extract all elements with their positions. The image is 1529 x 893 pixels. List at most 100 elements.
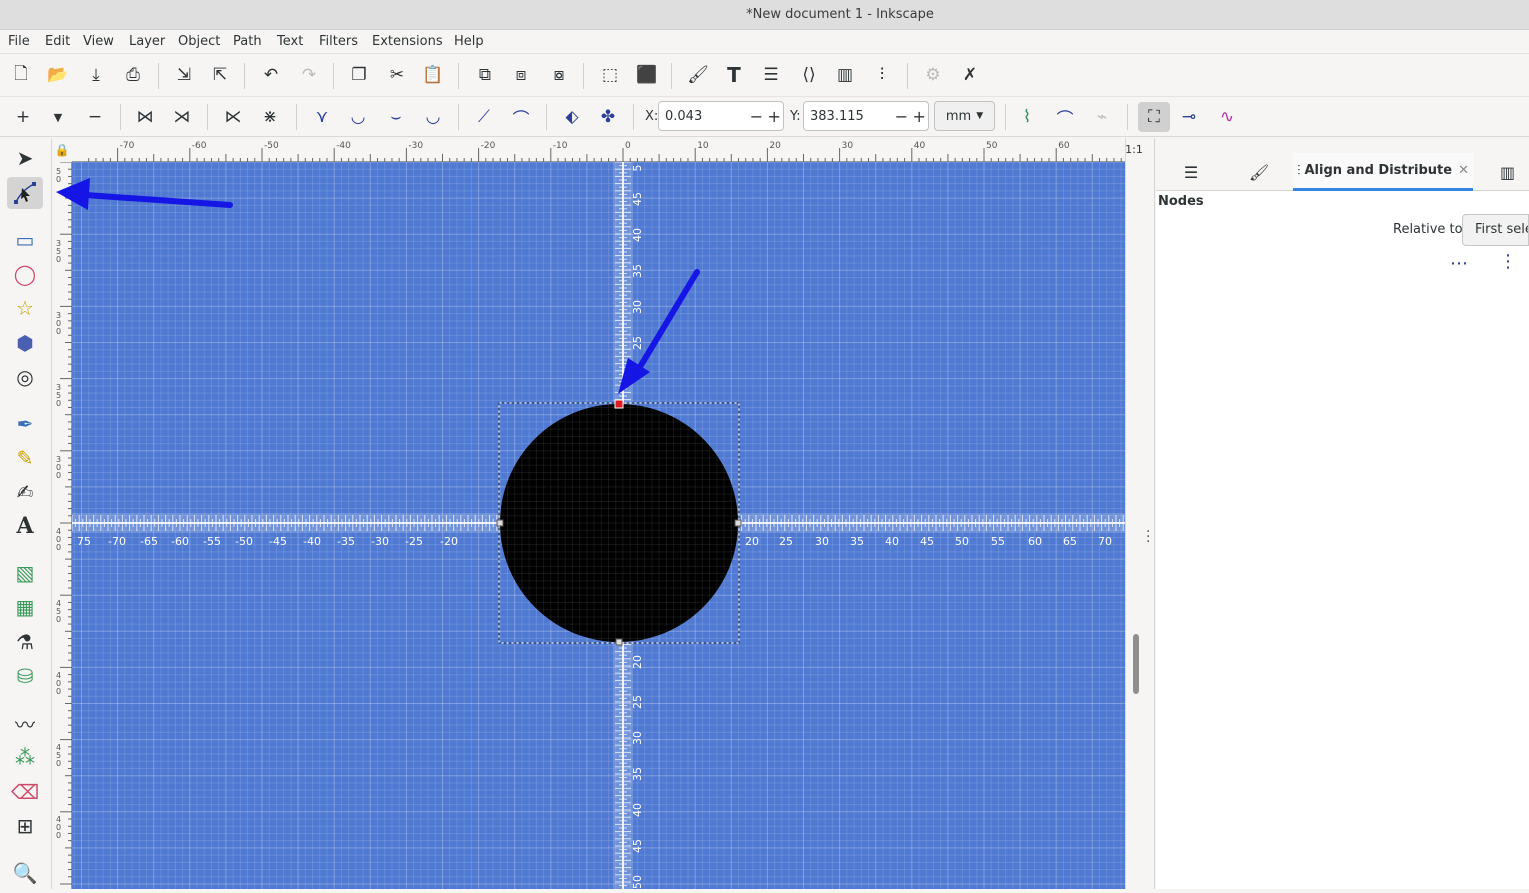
connector-tool-icon[interactable]: ⊞	[7, 810, 43, 842]
dock-resize-handle[interactable]: · · ·	[1143, 138, 1155, 889]
join-nodes-icon[interactable]: ⋈	[131, 103, 159, 131]
show-handles-icon[interactable]: ⊸	[1175, 103, 1203, 131]
join-segment-icon[interactable]: ⋉	[219, 103, 247, 131]
ellipse-tool-icon[interactable]: ◯	[7, 258, 43, 290]
import-icon[interactable]: ⇲	[170, 61, 198, 89]
align-nodes-vertical-icon[interactable]: ⋮	[1499, 251, 1517, 272]
x-coordinate-spinner[interactable]: 0.043 − +	[658, 101, 784, 131]
text-tool-icon[interactable]: A	[7, 510, 43, 542]
node-tool-icon[interactable]	[7, 177, 43, 209]
object-to-path-icon[interactable]: ⬖	[558, 103, 586, 131]
drawing-canvas[interactable]: 75 -70 -65 -60 -55 -50 -45 -40 -35 -30 -25 -20 20 25 3…	[72, 162, 1125, 889]
symmetric-node-icon[interactable]: ⌣	[382, 103, 410, 131]
group-icon[interactable]: ⬚	[596, 61, 624, 89]
ungroup-icon[interactable]: ⬛	[633, 61, 661, 89]
tab-objects[interactable]: ▥	[1486, 153, 1529, 191]
save-icon[interactable]: ⤓	[82, 61, 110, 89]
show-path-outline-icon[interactable]: ∿	[1213, 103, 1241, 131]
menu-file[interactable]: File	[8, 34, 30, 49]
menu-object[interactable]: Object	[178, 34, 220, 49]
x-coordinate-input[interactable]: 0.043	[659, 109, 748, 124]
unit-select[interactable]: mm ▼	[934, 101, 995, 131]
edit-path-effect-icon[interactable]: ⌁	[1088, 103, 1116, 131]
align-nodes-horizontal-icon[interactable]: ⋯	[1450, 253, 1468, 274]
3d-box-tool-icon[interactable]: ⬢	[7, 327, 43, 359]
cusp-node-icon[interactable]: ⋎	[308, 103, 336, 131]
fill-stroke-icon[interactable]: 🖌	[684, 61, 712, 89]
menu-filters[interactable]: Filters	[319, 34, 358, 49]
close-icon[interactable]: ✕	[1458, 163, 1469, 178]
unlink-clone-icon[interactable]: ⧇	[545, 61, 573, 89]
canvas-drawing[interactable]: 75 -70 -65 -60 -55 -50 -45 -40 -35 -30 -25 -20 20 25 3…	[72, 162, 1125, 889]
cut-icon[interactable]: ✂	[383, 61, 411, 89]
align-distribute-icon[interactable]: ⫶	[868, 61, 896, 89]
xml-editor-icon[interactable]: ⟨⟩	[795, 61, 823, 89]
pencil-tool-icon[interactable]: ✎	[7, 442, 43, 474]
y-coordinate-spinner[interactable]: 383.115 − +	[803, 101, 929, 131]
tweak-tool-icon[interactable]: 〰	[7, 707, 43, 739]
layers-icon[interactable]: ☰	[757, 61, 785, 89]
menu-extensions[interactable]: Extensions	[372, 34, 443, 49]
preferences-icon[interactable]: ✗	[956, 61, 984, 89]
menu-view[interactable]: View	[83, 34, 114, 49]
print-icon[interactable]: ⎙	[119, 61, 147, 89]
show-transform-handles-icon[interactable]: ⛶	[1138, 102, 1170, 132]
menu-path[interactable]: Path	[233, 34, 262, 49]
spray-tool-icon[interactable]: ⁂	[7, 741, 43, 773]
menu-help[interactable]: Help	[454, 34, 484, 49]
objects-icon[interactable]: ▥	[831, 61, 859, 89]
segment-curve-icon[interactable]: ⌒	[507, 103, 535, 131]
delete-node-icon[interactable]: −	[81, 103, 109, 131]
rectangle-tool-icon[interactable]: ▭	[7, 224, 43, 256]
stroke-to-path-icon[interactable]: ✤	[594, 103, 622, 131]
gradient-tool-icon[interactable]: ▧	[7, 557, 43, 589]
x-decrement-button[interactable]: −	[748, 107, 766, 126]
paint-bucket-tool-icon[interactable]: ⛁	[7, 660, 43, 692]
tab-fill-stroke[interactable]: 🖌	[1226, 153, 1292, 191]
scrollbar-thumb[interactable]	[1133, 634, 1139, 694]
bezier-pen-tool-icon[interactable]: ✒	[7, 408, 43, 440]
redo-icon[interactable]: ↷	[295, 61, 323, 89]
tab-layers[interactable]: ☰	[1156, 153, 1226, 191]
zoom-tool-icon[interactable]: 🔍	[7, 857, 43, 889]
insert-node-icon[interactable]: +	[9, 103, 37, 131]
menu-edit[interactable]: Edit	[45, 34, 70, 49]
y-coordinate-input[interactable]: 383.115	[804, 109, 893, 124]
y-increment-button[interactable]: +	[910, 107, 928, 126]
paste-icon[interactable]: 📋	[419, 61, 447, 89]
break-path-icon[interactable]: ⋊	[168, 103, 196, 131]
delete-segment-icon[interactable]: ⋇	[256, 103, 284, 131]
segment-line-icon[interactable]: ⟋	[470, 103, 498, 131]
menu-text[interactable]: Text	[277, 34, 303, 49]
undo-icon[interactable]: ↶	[257, 61, 285, 89]
relative-to-select[interactable]: First selected	[1462, 214, 1529, 246]
auto-smooth-node-icon[interactable]: ◡	[419, 103, 447, 131]
smooth-node-icon[interactable]: ◡	[344, 103, 372, 131]
document-properties-icon[interactable]: ⚙	[919, 61, 947, 89]
vertical-scrollbar[interactable]	[1125, 138, 1143, 889]
y-decrement-button[interactable]: −	[893, 107, 911, 126]
guide-label: 65	[1063, 535, 1077, 548]
tab-align-distribute[interactable]: ⫶ Align and Distribute ✕	[1293, 153, 1473, 191]
clone-icon[interactable]: ⧈	[507, 61, 535, 89]
export-icon[interactable]: ⇱	[206, 61, 234, 89]
selector-tool-icon[interactable]: ➤	[7, 142, 43, 174]
x-increment-button[interactable]: +	[765, 107, 783, 126]
duplicate-icon[interactable]: ⧉	[471, 61, 499, 89]
insert-node-dropdown-icon[interactable]: ▼	[44, 103, 72, 131]
star-tool-icon[interactable]: ☆	[7, 292, 43, 324]
show-clipping-path-icon[interactable]: ⌇	[1013, 103, 1041, 131]
lock-guides-icon[interactable]: 🔒	[52, 138, 72, 162]
eraser-tool-icon[interactable]: ⌫	[7, 776, 43, 808]
new-document-icon[interactable]: 🗋	[7, 61, 35, 89]
menu-layer[interactable]: Layer	[129, 34, 165, 49]
zoom-corner-icon[interactable]: 1:1	[1125, 138, 1143, 162]
calligraphy-tool-icon[interactable]: ✍	[7, 476, 43, 508]
copy-icon[interactable]: ❐	[345, 61, 373, 89]
show-mask-icon[interactable]: ⌒	[1051, 103, 1079, 131]
text-font-icon[interactable]: T	[720, 61, 748, 89]
open-file-icon[interactable]: 📂	[44, 61, 72, 89]
dropper-tool-icon[interactable]: ⚗	[7, 626, 43, 658]
spiral-tool-icon[interactable]: ◎	[7, 361, 43, 393]
mesh-tool-icon[interactable]: ▦	[7, 591, 43, 623]
